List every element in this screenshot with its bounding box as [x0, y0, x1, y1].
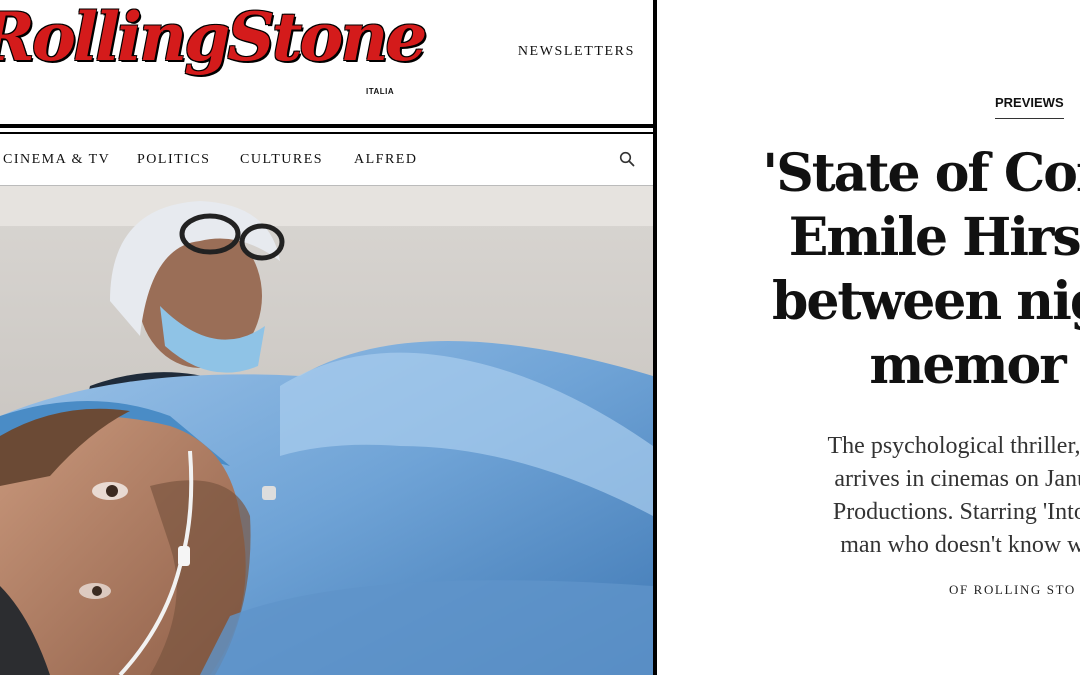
standfirst-line: The psychological thriller, Mar: [827, 433, 1080, 459]
nav-item-politics[interactable]: POLITICS: [137, 152, 210, 168]
article-standfirst: The psychological thriller, Mar arrives …: [717, 430, 1080, 562]
search-icon[interactable]: [619, 151, 635, 167]
main-nav: CINEMA & TV POLITICS CULTURES ALFRED: [0, 134, 653, 186]
category-tag[interactable]: PREVIEWS: [995, 95, 1064, 119]
article-byline: OF ROLLING STO: [949, 582, 1076, 597]
standfirst-line: Productions. Starring 'Into the: [832, 499, 1080, 525]
site-header: RollingStone ITALIA NEWSLETTERS: [0, 0, 653, 124]
nav-item-alfred[interactable]: ALFRED: [354, 152, 417, 168]
logo-edition: ITALIA: [366, 87, 395, 96]
nav-item-cultures[interactable]: CULTURES: [240, 152, 323, 168]
standfirst-line: arrives in cinemas on January: [834, 466, 1080, 492]
headline-line: between night: [771, 271, 1080, 332]
article-panel: PREVIEWS 'State of Conso Emile Hirsch be…: [657, 0, 1080, 675]
hero-photo-illustration: [0, 186, 653, 675]
header-rule-thick: [0, 124, 653, 128]
headline-line: Emile Hirsch: [788, 207, 1080, 268]
left-panel: RollingStone ITALIA NEWSLETTERS CINEMA &…: [0, 0, 653, 675]
article-headline: 'State of Conso Emile Hirsch between nig…: [667, 142, 1080, 398]
hero-image: [0, 186, 653, 675]
headline-line: 'State of Conso: [762, 143, 1080, 204]
headline-line: memor: [869, 335, 1066, 396]
nav-item-cinema-tv[interactable]: CINEMA & TV: [3, 152, 110, 168]
newsletters-link[interactable]: NEWSLETTERS: [518, 44, 635, 60]
site-logo[interactable]: RollingStone: [0, 4, 427, 70]
standfirst-line: man who doesn't know what: [840, 532, 1080, 558]
